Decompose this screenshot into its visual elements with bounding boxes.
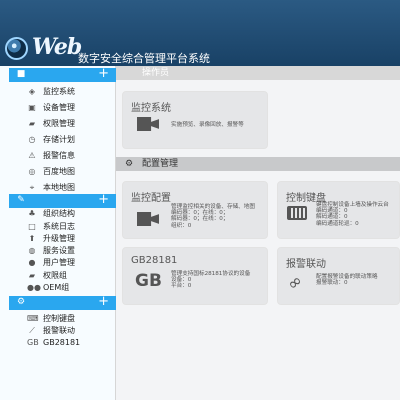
sidebar-item-user-management[interactable]: ● 用户管理 xyxy=(27,256,115,270)
gb-icon: GB xyxy=(27,338,39,347)
gb28181-card[interactable]: GB28181 GB 管理支持国标28181协议的设备 设备：0 平台：0 xyxy=(122,247,268,305)
sidebar-item-alarm-info[interactable]: ⚠ 报警信息 xyxy=(27,149,115,163)
expand-plus-icon[interactable]: + xyxy=(98,67,109,81)
card-title: 监控系统 xyxy=(131,103,171,114)
card-title: GB28181 xyxy=(131,255,178,266)
sidebar-group-system[interactable]: ✎ + xyxy=(9,193,116,208)
camera-logo-icon xyxy=(5,37,28,60)
video-camera-icon xyxy=(137,117,159,131)
keyboard-icon: ⌨ xyxy=(27,314,39,323)
sidebar-group-monitoring[interactable]: ■ + xyxy=(9,67,116,82)
link-icon: ⟋ xyxy=(29,326,35,335)
top-header: Web 数字安全综合管理平台系统 xyxy=(0,0,400,72)
alarm-linkage-card[interactable]: 报警联动 ∞ 配置报警设备的联动策略 报警联动：0 xyxy=(277,247,400,305)
sidebar: ■ + ◈ 监控系统 ▣ 设备管理 ▰ 权限管理 ◷ 存储计划 ⚠ 报警信息 ◎ 百度地图 ⌖… xyxy=(0,66,116,400)
clock-icon: ◷ xyxy=(28,135,36,144)
card-description: 实施预览、录像回放、报警等 xyxy=(171,122,244,128)
link-icon: ∞ xyxy=(283,270,307,296)
expand-plus-icon[interactable]: + xyxy=(98,193,109,207)
org-tree-icon: ♣ xyxy=(28,209,36,218)
user-icon: ● xyxy=(28,258,36,267)
application-window: Web 数字安全综合管理平台系统 ■ + ◈ 监控系统 ▣ 设备管理 ▰ 权限管理 ◷ 存… xyxy=(0,0,400,400)
eye-icon: ◈ xyxy=(28,87,36,96)
file-icon: □ xyxy=(28,222,36,231)
lock-icon: ▰ xyxy=(28,119,36,128)
control-keyboard-card[interactable]: 控制键盘 键盘控制设备上墙及操作云台 编码通道：0 解码通道：0 编码通道轮巡：0 xyxy=(277,181,400,239)
video-camera-icon: ■ xyxy=(16,69,26,79)
video-camera-icon xyxy=(137,212,159,226)
users-icon: ●● xyxy=(27,283,41,292)
sidebar-item-oem-group[interactable]: ●● OEM组 xyxy=(27,281,115,295)
sidebar-item-organization[interactable]: ♣ 组织结构 xyxy=(27,207,115,221)
gb-icon: GB xyxy=(135,271,162,291)
map-pin-icon: ◎ xyxy=(28,167,36,176)
sidebar-item-storage-plan[interactable]: ◷ 存储计划 xyxy=(27,133,115,147)
main-content: 操作员 监控系统 实施预览、录像回放、报警等 ⚙ 配置管理 监控配置 管理监控相关… xyxy=(116,66,400,400)
keyboard-icon xyxy=(287,206,307,220)
configuration-section-bar: ⚙ 配置管理 xyxy=(116,157,400,171)
gears-icon: ⚙ xyxy=(16,297,26,307)
sidebar-item-device-management[interactable]: ▣ 设备管理 xyxy=(27,101,115,115)
lock-icon: ▰ xyxy=(28,271,36,280)
sidebar-item-permission-management[interactable]: ▰ 权限管理 xyxy=(27,117,115,131)
expand-plus-icon[interactable]: + xyxy=(98,295,109,309)
card-description: 配置报警设备的联动策略 报警联动：0 xyxy=(316,274,378,287)
card-description: 管理监控相关的设备、存储、地图 编码器：0；在线：0； 解码器：0；在线：0； 组织：… xyxy=(171,204,255,229)
video-camera-icon: ▣ xyxy=(28,103,36,112)
sidebar-group-linkage[interactable]: ⚙ + xyxy=(9,295,116,310)
card-description: 键盘控制设备上墙及操作云台 编码通道：0 解码通道：0 编码通道轮巡：0 xyxy=(316,202,389,227)
card-description: 管理支持国标28181协议的设备 设备：0 平台：0 xyxy=(171,271,251,290)
wrench-icon: ✎ xyxy=(17,195,25,205)
sidebar-item-gb28181[interactable]: GB GB28181 xyxy=(27,336,115,350)
monitor-config-card[interactable]: 监控配置 管理监控相关的设备、存储、地图 编码器：0；在线：0； 解码器：0；在线：… xyxy=(122,181,268,239)
sidebar-item-baidu-map[interactable]: ◎ 百度地图 xyxy=(27,165,115,179)
upgrade-icon: ⬆ xyxy=(28,234,36,243)
card-title: 报警联动 xyxy=(286,259,326,270)
card-title: 监控配置 xyxy=(131,193,171,204)
sidebar-item-monitor-system[interactable]: ◈ 监控系统 xyxy=(27,85,115,99)
location-icon: ⌖ xyxy=(29,183,35,192)
page-title: 数字安全综合管理平台系统 xyxy=(78,52,210,65)
globe-icon: ◍ xyxy=(28,246,36,255)
operator-section-bar: 操作员 xyxy=(116,66,400,80)
brand-name: Web xyxy=(32,34,82,60)
gear-icon: ⚙ xyxy=(125,159,134,169)
warning-icon: ⚠ xyxy=(28,151,36,160)
monitor-system-card[interactable]: 监控系统 实施预览、录像回放、报警等 xyxy=(122,91,268,149)
